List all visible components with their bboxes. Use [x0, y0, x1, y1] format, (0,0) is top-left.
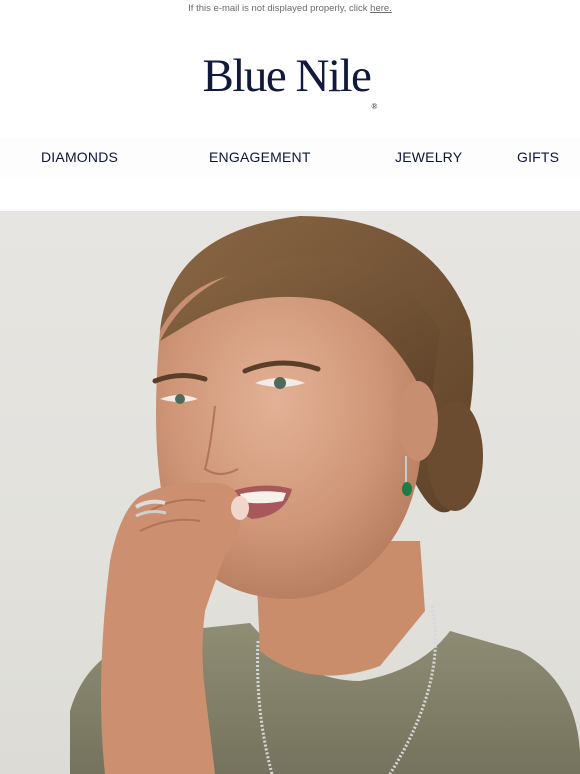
brand-logo[interactable]: Blue Nile® [0, 50, 580, 133]
main-navigation: DIAMONDS ENGAGEMENT JEWELRY GIFTS [0, 138, 580, 178]
preheader-text: If this e-mail is not displayed properly… [188, 3, 371, 14]
nav-item-diamonds[interactable]: DIAMONDS [41, 149, 118, 165]
preheader: If this e-mail is not displayed properly… [0, 0, 580, 20]
registered-mark: ® [371, 102, 378, 111]
nav-item-jewelry[interactable]: JEWELRY [395, 149, 462, 165]
nav-item-gifts[interactable]: GIFTS [517, 149, 559, 165]
nav-item-engagement[interactable]: ENGAGEMENT [209, 149, 311, 165]
view-in-browser-link[interactable]: here. [370, 3, 392, 14]
smiling-woman-photo [70, 216, 580, 774]
hero-image[interactable] [0, 211, 580, 774]
brand-name: Blue Nile [202, 50, 371, 102]
